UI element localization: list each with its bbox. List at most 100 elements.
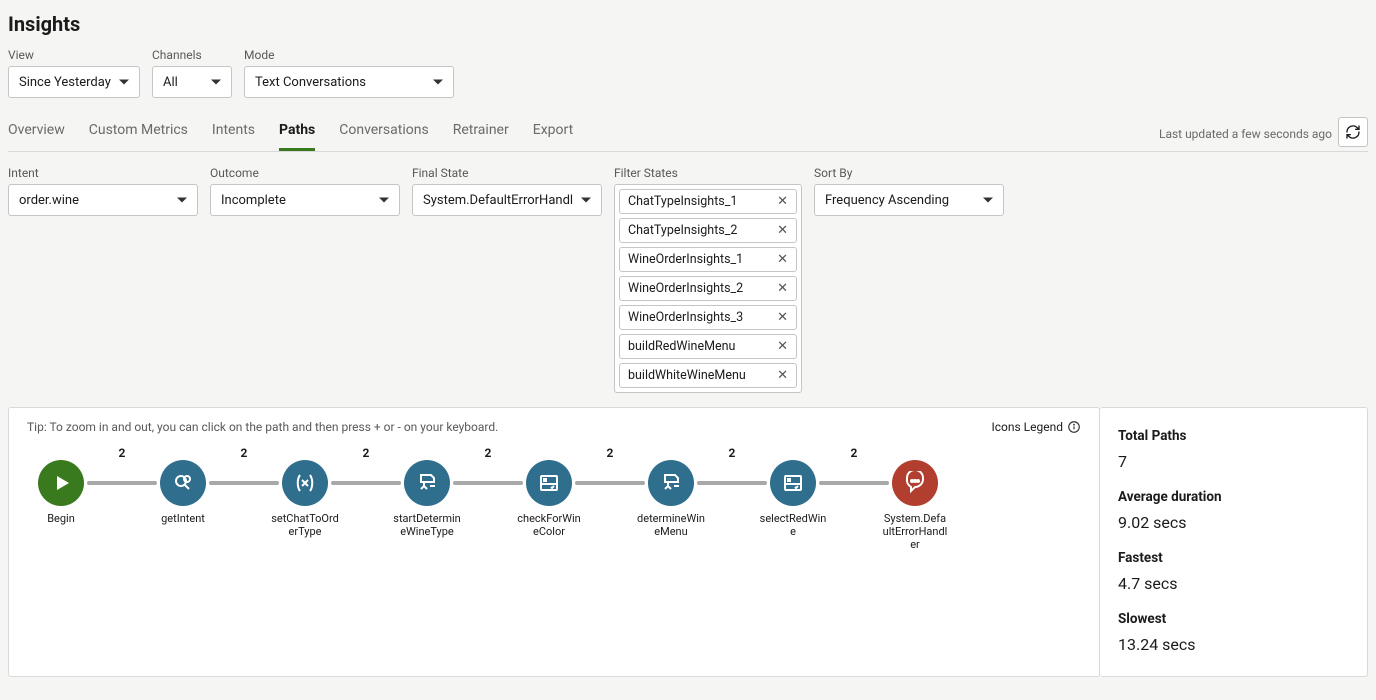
filter-chip-label: WineOrderInsights_1 (628, 252, 743, 267)
sort-by-label: Sort By (814, 166, 1004, 180)
path-edge-count: 2 (363, 446, 370, 460)
filter-chip: ChatTypeInsights_1 ✕ (619, 189, 797, 214)
icons-legend-label: Icons Legend (991, 420, 1063, 434)
stat-value-total-paths: 7 (1118, 452, 1349, 471)
filter-chip: WineOrderInsights_2 ✕ (619, 276, 797, 301)
stats-panel: Total Paths 7 Average duration 9.02 secs… (1100, 407, 1368, 677)
filter-chip: WineOrderInsights_1 ✕ (619, 247, 797, 272)
filter-chip-label: buildRedWineMenu (628, 339, 735, 354)
var-icon (282, 460, 328, 506)
tab-export[interactable]: Export (533, 116, 573, 151)
path-node[interactable]: checkForWineColor (515, 460, 583, 538)
view-label: View (8, 48, 140, 62)
stat-value-slowest: 13.24 secs (1118, 635, 1349, 654)
tab-intents[interactable]: Intents (212, 116, 255, 151)
path-edge: 2 (705, 460, 759, 506)
path-node-label: getIntent (161, 512, 205, 525)
filter-chip-label: WineOrderInsights_2 (628, 281, 743, 296)
sort-by-select-value: Frequency Ascending (825, 193, 949, 208)
path-node[interactable]: startDetermineWineType (393, 460, 461, 538)
tab-paths[interactable]: Paths (279, 116, 315, 151)
filter-chip: ChatTypeInsights_2 ✕ (619, 218, 797, 243)
path-edge: 2 (95, 460, 149, 506)
icons-legend-button[interactable]: Icons Legend (991, 420, 1081, 434)
top-filters: View Since Yesterday Channels All Mode T… (8, 48, 1368, 98)
stat-label-slowest: Slowest (1118, 611, 1349, 627)
filter-chip: buildWhiteWineMenu ✕ (619, 363, 797, 388)
path-node-label: System.DefaultErrorHandler (881, 512, 949, 552)
refresh-icon (1345, 124, 1361, 140)
close-icon[interactable]: ✕ (775, 281, 790, 296)
tab-conversations[interactable]: Conversations (339, 116, 428, 151)
path-edge-count: 2 (607, 446, 614, 460)
view-select[interactable]: Since Yesterday (8, 66, 140, 98)
final-state-label: Final State (412, 166, 602, 180)
path-edge-count: 2 (851, 446, 858, 460)
path-edge: 2 (217, 460, 271, 506)
path-node-label: setChatToOrderType (271, 512, 339, 538)
path-edge: 2 (461, 460, 515, 506)
close-icon[interactable]: ✕ (775, 194, 790, 209)
filter-chip-label: WineOrderInsights_3 (628, 310, 743, 325)
error-icon (892, 460, 938, 506)
info-icon (1067, 420, 1081, 434)
card-icon (526, 460, 572, 506)
filter-chip-label: ChatTypeInsights_2 (628, 223, 737, 238)
final-state-select-value: System.DefaultErrorHandle (423, 193, 573, 208)
intent-select[interactable]: order.wine (8, 184, 198, 216)
outcome-select-value: Incomplete (221, 193, 286, 208)
filter-states-box[interactable]: ChatTypeInsights_1✕ChatTypeInsights_2✕Wi… (614, 184, 802, 393)
path-edge: 2 (827, 460, 881, 506)
channels-select-value: All (163, 75, 178, 90)
close-icon[interactable]: ✕ (775, 310, 790, 325)
path-node-label: determineWineMenu (637, 512, 705, 538)
mode-select-value: Text Conversations (255, 75, 366, 90)
tab-row: Overview Custom Metrics Intents Paths Conver… (8, 116, 1368, 152)
path-node-label: checkForWineColor (515, 512, 583, 538)
flow-icon (648, 460, 694, 506)
path-node-label: Begin (47, 512, 75, 525)
path-visualization-panel[interactable]: Tip: To zoom in and out, you can click o… (8, 407, 1100, 677)
close-icon[interactable]: ✕ (775, 368, 790, 383)
view-select-value: Since Yesterday (19, 75, 111, 90)
path-node[interactable]: determineWineMenu (637, 460, 705, 538)
intent-select-value: order.wine (19, 193, 79, 208)
path-node[interactable]: getIntent (149, 460, 217, 525)
mode-label: Mode (244, 48, 454, 62)
stat-label-average-duration: Average duration (1118, 489, 1349, 505)
final-state-select[interactable]: System.DefaultErrorHandle (412, 184, 602, 216)
close-icon[interactable]: ✕ (775, 223, 790, 238)
tab-overview[interactable]: Overview (8, 116, 65, 151)
stat-label-total-paths: Total Paths (1118, 428, 1349, 444)
filter-chip: buildRedWineMenu ✕ (619, 334, 797, 359)
tab-retrainer[interactable]: Retrainer (453, 116, 509, 151)
mode-select[interactable]: Text Conversations (244, 66, 454, 98)
path-edge-count: 2 (729, 446, 736, 460)
path-node-label: startDetermineWineType (393, 512, 461, 538)
path-edge: 2 (339, 460, 393, 506)
path-node[interactable]: selectRedWine (759, 460, 827, 538)
close-icon[interactable]: ✕ (775, 339, 790, 354)
path-edge: 2 (583, 460, 637, 506)
path-node[interactable]: Begin (27, 460, 95, 525)
tab-custom-metrics[interactable]: Custom Metrics (89, 116, 188, 151)
card-icon (770, 460, 816, 506)
outcome-select[interactable]: Incomplete (210, 184, 400, 216)
start-icon (38, 460, 84, 506)
intent-icon (160, 460, 206, 506)
flow-icon (404, 460, 450, 506)
intent-label: Intent (8, 166, 198, 180)
filter-chip: WineOrderInsights_3 ✕ (619, 305, 797, 330)
stat-value-average-duration: 9.02 secs (1118, 513, 1349, 532)
last-updated-text: Last updated a few seconds ago (1159, 127, 1332, 141)
refresh-button[interactable] (1338, 117, 1368, 147)
path-edge-count: 2 (119, 446, 126, 460)
filter-chip-label: ChatTypeInsights_1 (628, 194, 737, 209)
close-icon[interactable]: ✕ (775, 252, 790, 267)
sort-by-select[interactable]: Frequency Ascending (814, 184, 1004, 216)
stat-label-fastest: Fastest (1118, 550, 1349, 566)
channels-select[interactable]: All (152, 66, 232, 98)
filter-chip-label: buildWhiteWineMenu (628, 368, 746, 383)
path-node[interactable]: System.DefaultErrorHandler (881, 460, 949, 552)
path-node[interactable]: setChatToOrderType (271, 460, 339, 538)
